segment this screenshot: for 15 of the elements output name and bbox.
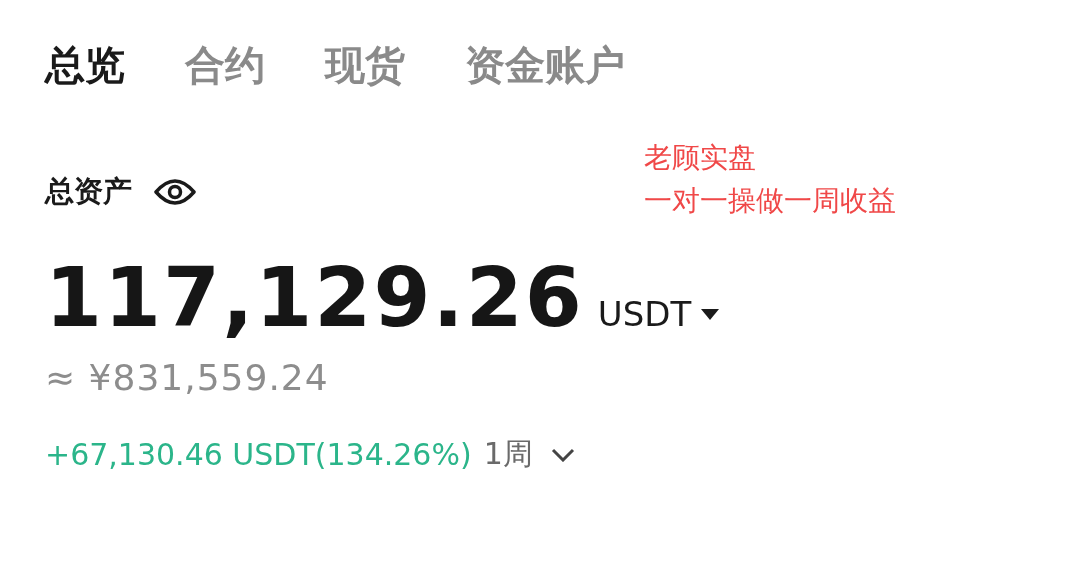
currency-selector[interactable]: USDT xyxy=(597,294,720,334)
tab[interactable]: 总览 xyxy=(45,36,125,94)
caret-icon xyxy=(701,308,720,320)
balance-amount: 117,129.26 xyxy=(45,250,584,345)
tab[interactable]: 现货 xyxy=(325,36,405,94)
annotation-text: 老顾实盘 xyxy=(644,140,757,176)
period-selector[interactable]: 1周 xyxy=(483,434,575,475)
tab[interactable]: 资金账户 xyxy=(465,36,625,94)
profit-amount: +67,130.46 USDT(134.26%) xyxy=(45,437,472,472)
fiat-value: ≈ ¥831,559.24 xyxy=(45,357,330,398)
chevron-down-icon xyxy=(550,447,575,462)
total-assets-label: 总资产 xyxy=(45,173,132,210)
annotation-text: 一对一操做一周收益 xyxy=(644,183,896,219)
eye-icon[interactable] xyxy=(154,176,196,208)
tab[interactable]: 合约 xyxy=(185,36,265,94)
